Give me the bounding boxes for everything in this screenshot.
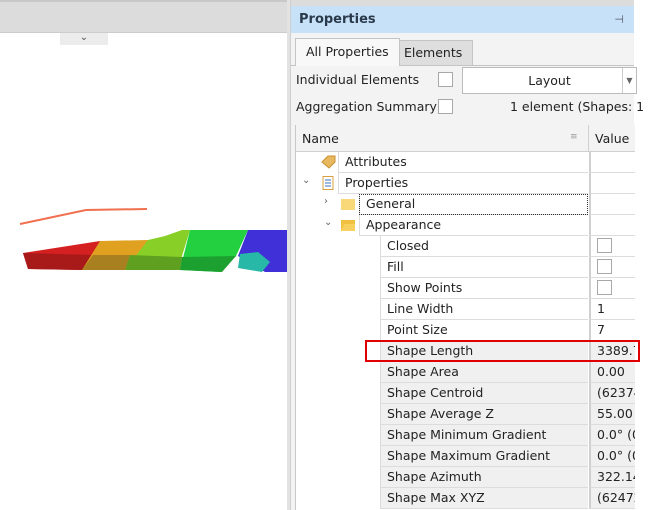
grid-header: Name ≡ Value bbox=[296, 125, 635, 152]
chevron-right-icon[interactable]: › bbox=[324, 196, 328, 207]
property-grid: Name ≡ Value Attributes ⌄ Properties › G… bbox=[295, 125, 635, 510]
property-name: Point Size bbox=[380, 320, 588, 341]
individual-elements-checkbox[interactable] bbox=[438, 72, 453, 87]
tag-icon bbox=[320, 155, 336, 169]
property-row[interactable]: Show Points bbox=[296, 278, 635, 299]
tree-row-general[interactable]: › General bbox=[296, 194, 635, 215]
property-row[interactable]: Point Size 7 bbox=[296, 320, 635, 341]
property-list-icon bbox=[320, 176, 336, 190]
property-value: (62472 bbox=[589, 488, 635, 509]
dropdown-arrow-icon[interactable]: ▼ bbox=[622, 68, 636, 93]
property-name: Shape Maximum Gradient bbox=[380, 446, 588, 467]
property-name: Shape Area bbox=[380, 362, 588, 383]
tab-elements[interactable]: Elements bbox=[393, 40, 474, 66]
property-value: 55.00 bbox=[589, 404, 635, 425]
property-value: 0.0° (0 bbox=[589, 425, 635, 446]
property-name: Shape Average Z bbox=[380, 404, 588, 425]
name-column-header[interactable]: Name bbox=[302, 131, 339, 146]
segment-green-side bbox=[180, 256, 236, 272]
panel-header: Properties ⊣ bbox=[291, 6, 634, 33]
aggregation-summary-label: Aggregation Summary bbox=[296, 99, 437, 114]
aggregation-summary-checkbox[interactable] bbox=[438, 99, 453, 114]
property-row[interactable]: Closed bbox=[296, 236, 635, 257]
general-label: General bbox=[359, 194, 588, 215]
property-row[interactable]: Shape Area 0.00 bbox=[296, 362, 635, 383]
property-value-cell bbox=[589, 278, 635, 299]
panel-title: Properties bbox=[299, 12, 376, 27]
3d-viewport[interactable] bbox=[0, 45, 289, 510]
property-name: Shape Azimuth bbox=[380, 467, 588, 488]
chevron-down-icon[interactable]: ⌄ bbox=[302, 175, 310, 186]
properties-panel: Properties ⊣ All Properties Elements Ind… bbox=[290, 0, 644, 510]
property-value: 0.00 bbox=[589, 362, 635, 383]
segment-red-side bbox=[23, 253, 93, 270]
individual-elements-label: Individual Elements bbox=[296, 72, 420, 87]
property-row[interactable]: Shape Maximum Gradient0.0° (0 bbox=[296, 446, 635, 467]
property-value: 0.0° (0 bbox=[589, 446, 635, 467]
chevron-down-icon: ⌄ bbox=[79, 32, 89, 43]
property-row[interactable]: Shape Centroid(62374 bbox=[296, 383, 635, 404]
tab-all-properties[interactable]: All Properties bbox=[295, 38, 400, 66]
folder-icon bbox=[340, 197, 356, 211]
folder-open-icon bbox=[340, 218, 356, 232]
property-row[interactable]: Line Width 1 bbox=[296, 299, 635, 320]
tree-row-attributes[interactable]: Attributes bbox=[296, 152, 635, 173]
selection-summary: 1 element (Shapes: 1 bbox=[510, 99, 645, 114]
property-row[interactable]: Shape Average Z 55.00 bbox=[296, 404, 635, 425]
property-name: Shape Centroid bbox=[380, 383, 588, 404]
attributes-label: Attributes bbox=[338, 152, 588, 173]
value-column-header[interactable]: Value bbox=[595, 131, 629, 146]
property-value[interactable]: 7 bbox=[589, 320, 635, 341]
property-name: Show Points bbox=[380, 278, 588, 299]
property-value: (62374 bbox=[589, 383, 635, 404]
properties-label: Properties bbox=[338, 173, 588, 194]
segment-lightgreen-side bbox=[125, 255, 182, 270]
tree-row-appearance[interactable]: ⌄ Appearance bbox=[296, 215, 635, 236]
property-row[interactable]: Fill bbox=[296, 257, 635, 278]
property-row[interactable]: Shape Azimuth322.14 bbox=[296, 467, 635, 488]
orange-polyline bbox=[19, 208, 148, 225]
layout-dropdown[interactable]: Layout ▼ bbox=[462, 67, 637, 94]
property-name: Shape Max XYZ bbox=[380, 488, 588, 509]
property-name: Closed bbox=[380, 236, 588, 257]
pin-icon[interactable]: ⊣ bbox=[614, 6, 624, 33]
property-name: Line Width bbox=[380, 299, 588, 320]
sort-icon[interactable]: ≡ bbox=[570, 132, 578, 142]
property-value[interactable]: 1 bbox=[589, 299, 635, 320]
property-value-cell bbox=[589, 236, 635, 257]
tree-row-properties[interactable]: ⌄ Properties bbox=[296, 173, 635, 194]
highlight-box bbox=[365, 340, 640, 362]
property-checkbox[interactable] bbox=[597, 238, 612, 253]
collapse-toolbar-button[interactable]: ⌄ bbox=[60, 33, 108, 45]
chevron-down-icon[interactable]: ⌄ bbox=[324, 217, 332, 228]
property-name: Fill bbox=[380, 257, 588, 278]
property-row[interactable]: Shape Max XYZ(62472 bbox=[296, 488, 635, 509]
property-value: 322.14 bbox=[589, 467, 635, 488]
viewport-toolbar bbox=[0, 0, 289, 33]
property-row[interactable]: Shape Minimum Gradient0.0° (0 bbox=[296, 425, 635, 446]
layout-value: Layout bbox=[528, 73, 571, 88]
property-checkbox[interactable] bbox=[597, 280, 612, 295]
property-value-cell bbox=[589, 257, 635, 278]
property-checkbox[interactable] bbox=[597, 259, 612, 274]
appearance-label: Appearance bbox=[359, 215, 588, 236]
property-name: Shape Minimum Gradient bbox=[380, 425, 588, 446]
